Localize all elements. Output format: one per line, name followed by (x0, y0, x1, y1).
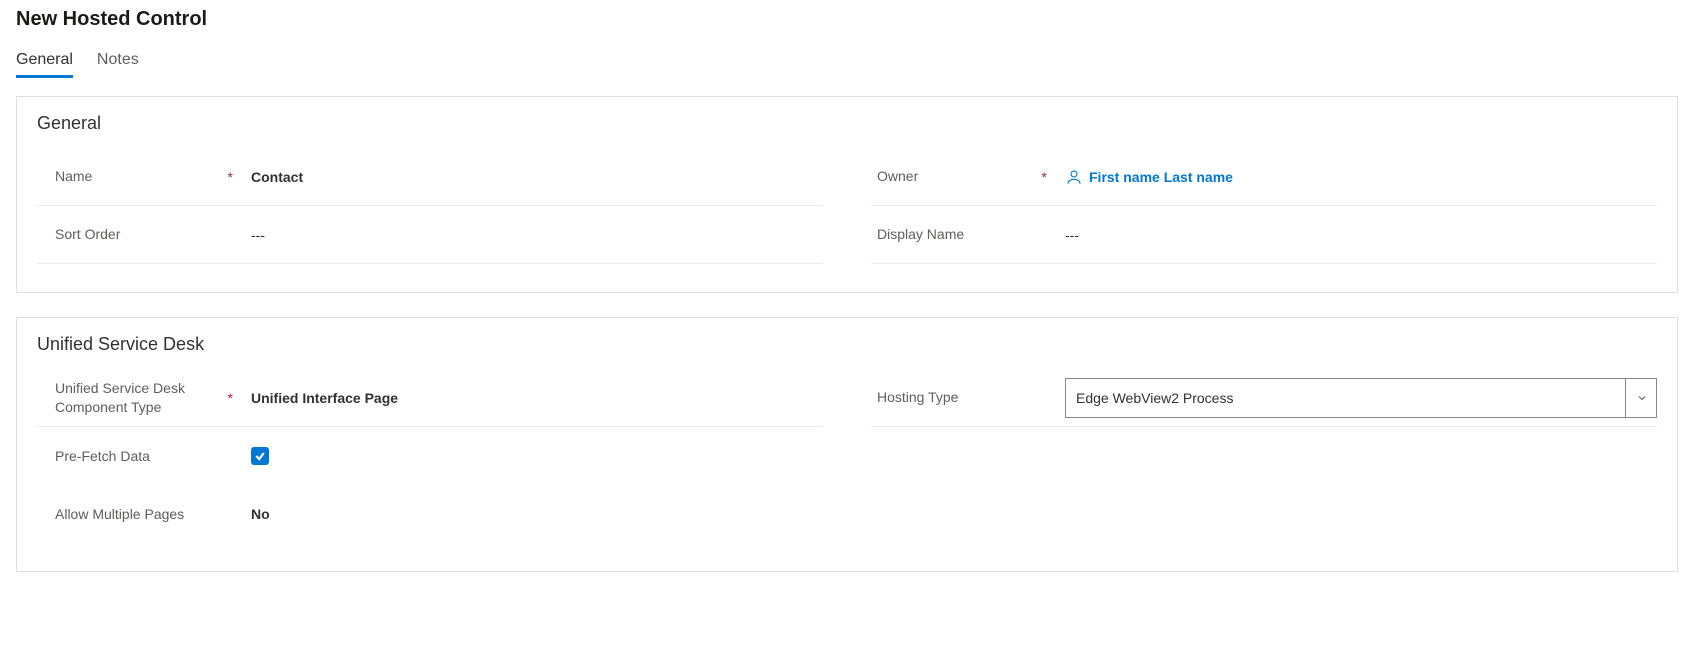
field-sort-order: Sort Order --- (37, 206, 823, 264)
field-name: Name * Contact (37, 148, 823, 206)
tab-notes[interactable]: Notes (97, 51, 139, 78)
value-display-name[interactable]: --- (1061, 227, 1657, 243)
select-hosting-type[interactable]: Edge WebView2 Process (1065, 378, 1657, 418)
tab-general[interactable]: General (16, 51, 73, 78)
required-marker: * (228, 169, 247, 185)
label-owner: Owner (877, 167, 918, 185)
label-hosting-type: Hosting Type (877, 388, 958, 406)
field-owner: Owner * First name Last name (871, 148, 1657, 206)
section-general: General Name * Contact Sort Order --- (16, 96, 1678, 293)
check-icon (254, 450, 266, 462)
label-name: Name (55, 167, 92, 185)
page-title: New Hosted Control (16, 8, 1678, 31)
required-marker: * (228, 390, 247, 406)
value-sort-order[interactable]: --- (247, 227, 823, 243)
label-allow-multiple: Allow Multiple Pages (55, 505, 184, 523)
tabs: General Notes (16, 51, 1678, 78)
value-component-type[interactable]: Unified Interface Page (247, 390, 823, 406)
label-prefetch: Pre-Fetch Data (55, 447, 150, 465)
field-component-type: Unified Service Desk Component Type * Un… (37, 369, 823, 427)
label-sort-order: Sort Order (55, 225, 120, 243)
value-name[interactable]: Contact (247, 169, 823, 185)
section-title-usd: Unified Service Desk (37, 334, 1657, 355)
person-icon (1065, 168, 1083, 186)
section-title-general: General (37, 113, 1657, 134)
checkbox-prefetch[interactable] (251, 447, 269, 465)
label-component-type: Unified Service Desk Component Type (55, 379, 222, 415)
required-marker: * (1042, 169, 1061, 185)
value-allow-multiple[interactable]: No (247, 506, 823, 522)
field-display-name: Display Name --- (871, 206, 1657, 264)
owner-link[interactable]: First name Last name (1065, 168, 1233, 186)
field-allow-multiple: Allow Multiple Pages No (37, 485, 823, 543)
field-hosting-type: Hosting Type Edge WebView2 Process (871, 369, 1657, 427)
field-prefetch: Pre-Fetch Data (37, 427, 823, 485)
owner-name: First name Last name (1089, 169, 1233, 185)
label-display-name: Display Name (877, 225, 964, 243)
value-owner[interactable]: First name Last name (1061, 168, 1657, 186)
section-usd: Unified Service Desk Unified Service Des… (16, 317, 1678, 572)
